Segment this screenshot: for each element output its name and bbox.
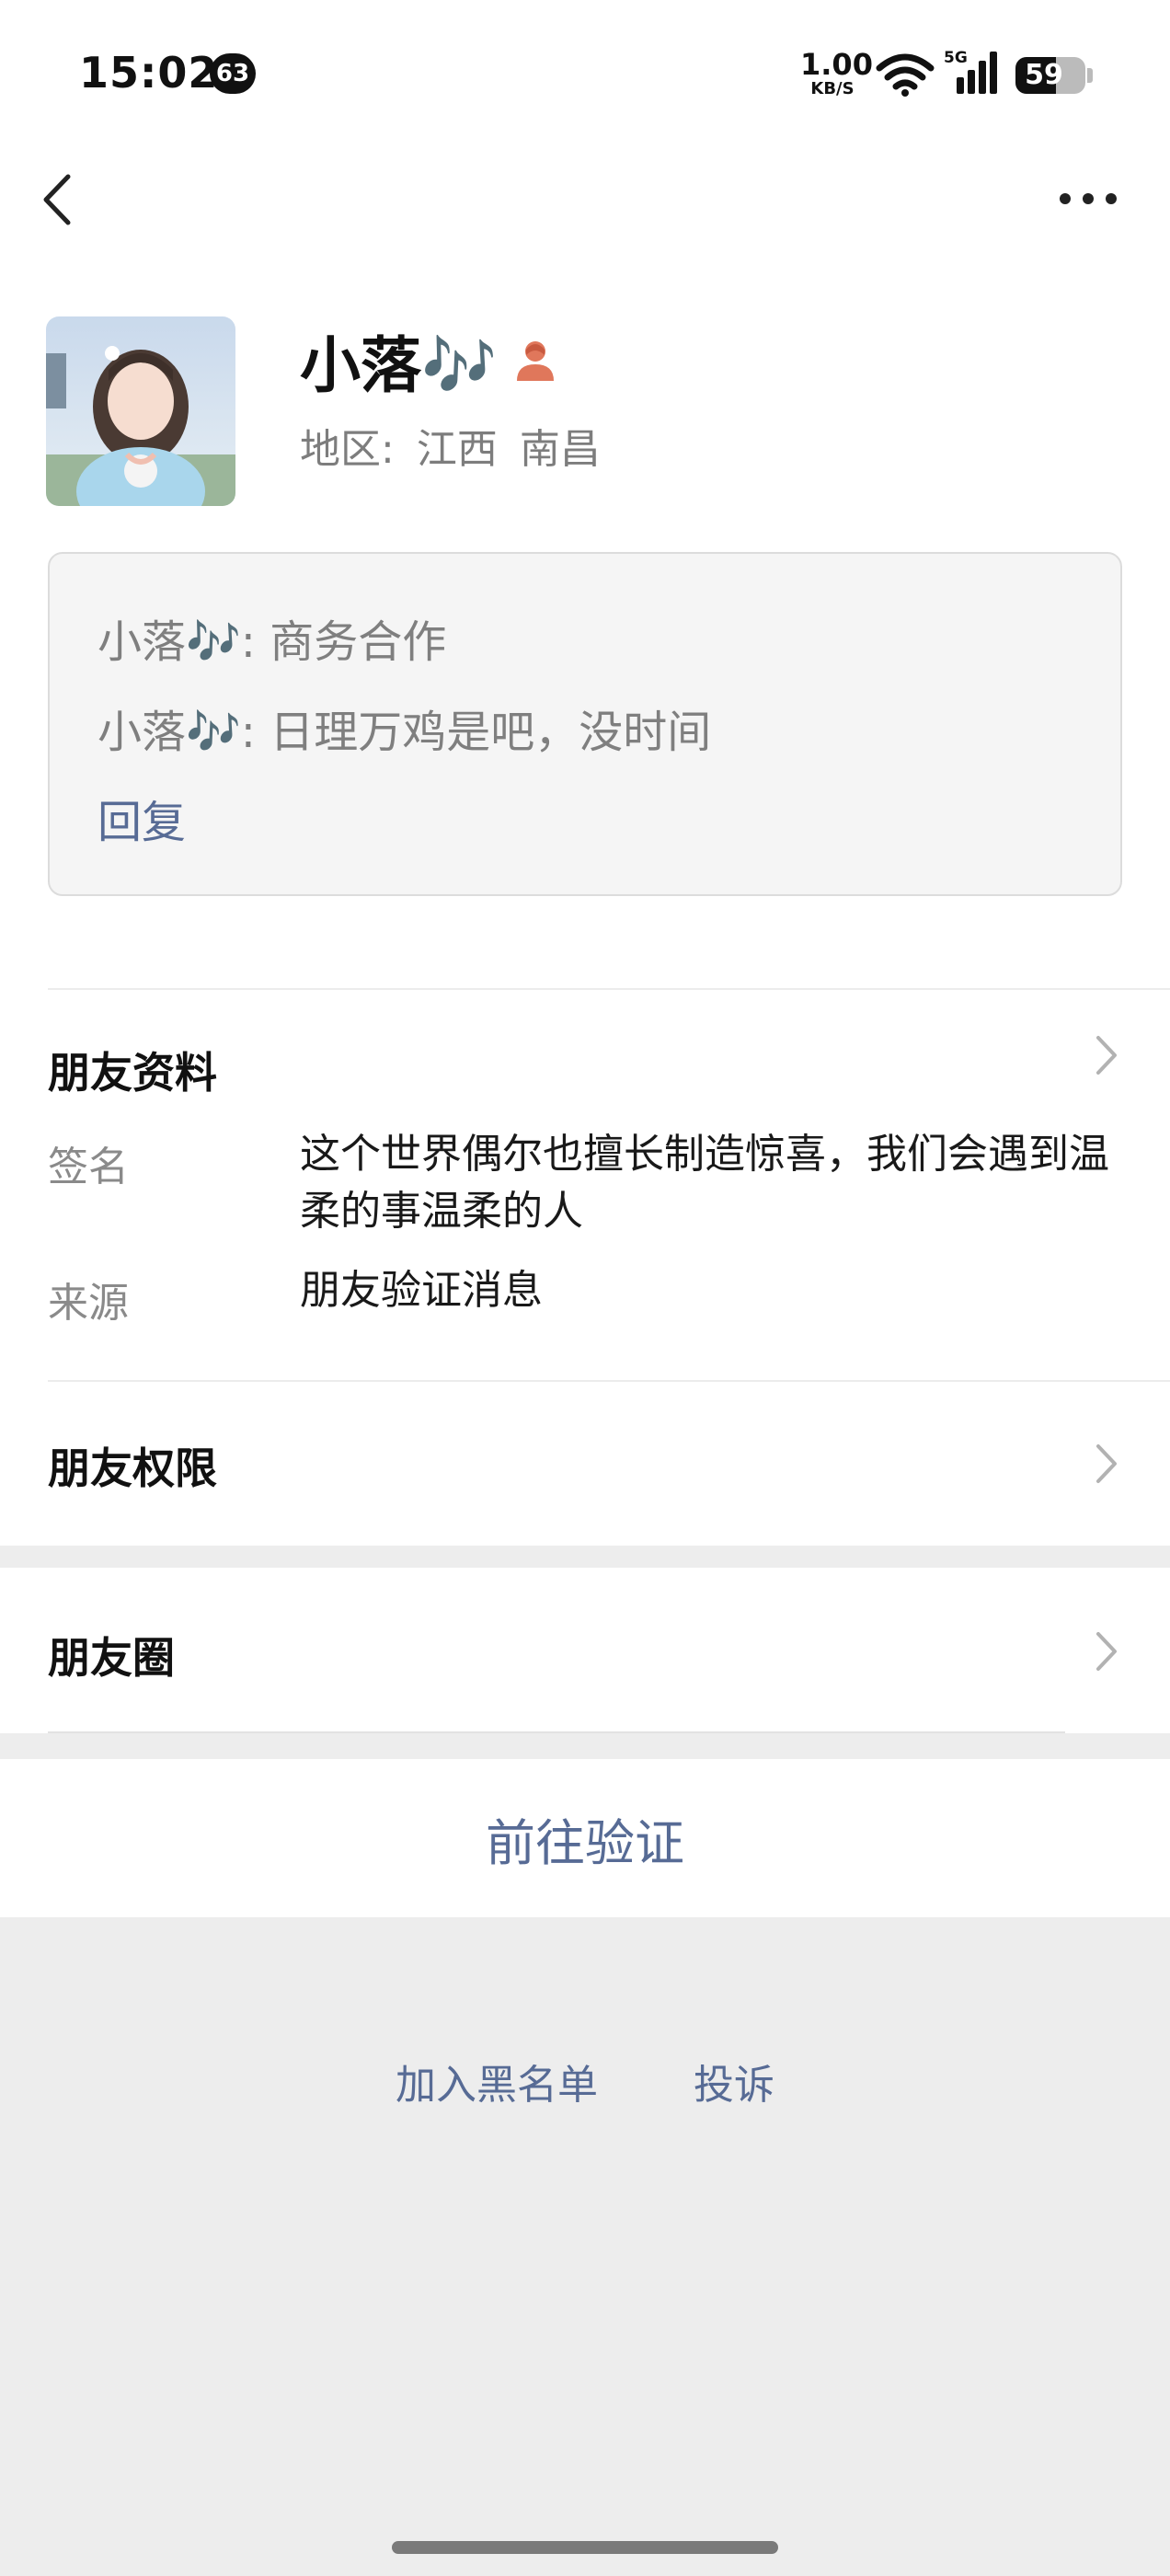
moments-row[interactable]: 朋友圈 — [0, 1568, 1170, 1733]
divider — [48, 988, 1170, 990]
avatar[interactable] — [46, 316, 235, 506]
go-verify-button[interactable]: 前往验证 — [0, 1759, 1170, 1917]
region-city: 南昌 — [519, 426, 601, 473]
section-gap — [0, 1546, 1170, 1568]
chevron-right-icon — [1096, 1632, 1117, 1671]
reply-link[interactable]: 回复 — [98, 786, 186, 850]
friend-info-row[interactable]: 朋友资料 — [0, 992, 1170, 1111]
verification-message-box: 小落🎶: 商务合作 小落🎶: 日理万鸡是吧，没时间 回复 — [48, 552, 1122, 896]
region-province: 江西 — [416, 426, 498, 473]
network-type: 5G — [944, 49, 968, 67]
friend-permissions-title: 朋友权限 — [48, 1443, 217, 1493]
nickname: 小落🎶 — [300, 330, 498, 401]
report-link[interactable]: 投诉 — [694, 2052, 774, 2110]
notification-badge: 63 — [210, 53, 256, 94]
home-indicator[interactable] — [392, 2541, 778, 2554]
friend-info-title: 朋友资料 — [48, 1048, 217, 1098]
profile-name-row: 小落🎶 — [300, 324, 559, 401]
battery-level: 59 — [1025, 59, 1063, 91]
battery-tip — [1087, 68, 1093, 83]
signature-label: 签名 — [48, 1144, 129, 1190]
wifi-icon — [876, 53, 935, 97]
chevron-right-icon — [1096, 1036, 1117, 1075]
source-value: 朋友验证消息 — [300, 1267, 543, 1314]
moments-title: 朋友圈 — [48, 1633, 175, 1683]
more-icon[interactable] — [1056, 180, 1120, 217]
bottom-links: 加入黑名单 投诉 — [0, 2052, 1170, 2110]
female-icon — [517, 341, 555, 381]
network-speed-value: 1.00 — [800, 47, 873, 82]
chevron-right-icon — [1096, 1444, 1117, 1483]
status-time: 15:02 — [79, 48, 219, 98]
network-speed-unit: KB/S — [810, 79, 855, 98]
section-gap — [0, 1733, 1170, 1759]
region: 地区: 江西 南昌 — [300, 416, 601, 475]
back-icon[interactable] — [33, 167, 88, 232]
status-bar: 15:02 63 1.00 KB/S 5G 59 — [0, 0, 1170, 138]
network-speed: 1.00 KB/S — [800, 47, 873, 98]
cellular-signal-icon: 5G — [944, 49, 997, 94]
add-to-blacklist-link[interactable]: 加入黑名单 — [396, 2052, 598, 2110]
verification-message: 小落🎶: 商务合作 — [98, 616, 447, 668]
battery-icon: 59 — [1015, 57, 1085, 94]
region-label: 地区: — [300, 426, 395, 473]
friend-permissions-row[interactable]: 朋友权限 — [0, 1382, 1170, 1544]
signature-value: 这个世界偶尔也擅长制造惊喜，我们会遇到温柔的事温柔的人 — [300, 1131, 1109, 1235]
verification-message: 小落🎶: 日理万鸡是吧，没时间 — [98, 707, 712, 758]
source-label: 来源 — [48, 1280, 129, 1327]
